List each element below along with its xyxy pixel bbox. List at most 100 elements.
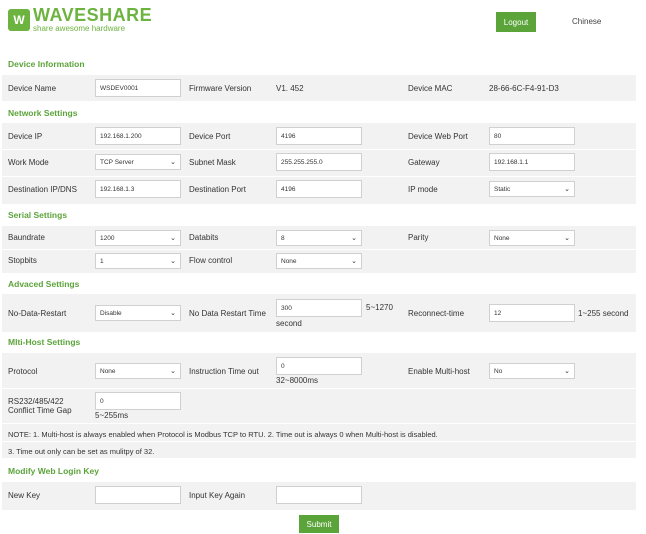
- enable-multihost-value: No: [494, 367, 503, 375]
- input-key-again-input[interactable]: [276, 486, 362, 504]
- dest-ip-input[interactable]: 192.168.1.3: [95, 180, 181, 198]
- web-port-input[interactable]: 80: [489, 127, 575, 145]
- device-port-label: Device Port: [189, 132, 231, 141]
- dest-port-label: Destination Port: [189, 185, 246, 194]
- device-name-label: Device Name: [8, 84, 57, 93]
- device-info-band: Device Name WSDEV0001 Firmware Version V…: [2, 75, 636, 101]
- baudrate-label: Baundrate: [8, 233, 45, 242]
- chevron-down-icon: ⌄: [564, 186, 570, 193]
- ip-mode-value: Static: [494, 185, 511, 193]
- ip-mode-label: IP mode: [408, 185, 438, 194]
- chevron-down-icon: ⌄: [170, 368, 176, 375]
- no-data-restart-value: Disable: [100, 309, 122, 317]
- work-mode-value: TCP Server: [100, 158, 134, 166]
- device-port-input[interactable]: 4196: [276, 127, 362, 145]
- work-mode-label: Work Mode: [8, 158, 49, 167]
- serial-band: Baundrate 1200 ⌄ Databits 8 ⌄ Parity Non…: [2, 226, 636, 273]
- reconnect-time-range: 1~255 second: [578, 309, 629, 318]
- no-data-restart-time-unit: second: [276, 319, 302, 328]
- chevron-down-icon: ⌄: [170, 258, 176, 265]
- conflict-gap-label: RS232/485/422 Conflict Time Gap: [8, 397, 72, 415]
- enable-multihost-select[interactable]: No ⌄: [489, 363, 575, 379]
- firmware-label: Firmware Version: [189, 84, 252, 93]
- conflict-gap-label-line1: RS232/485/422: [8, 397, 64, 406]
- row-separator: [2, 423, 636, 424]
- multihost-note-2: 3. Time out only can be set as mulitpy o…: [8, 447, 155, 456]
- stopbits-label: Stopbits: [8, 256, 37, 265]
- conflict-gap-input[interactable]: 0: [95, 392, 181, 410]
- device-ip-input[interactable]: 192.168.1.200: [95, 127, 181, 145]
- instruction-timeout-label: Instruction Time out: [189, 367, 259, 376]
- dest-port-input[interactable]: 4196: [276, 180, 362, 198]
- chevron-down-icon: ⌄: [351, 235, 357, 242]
- chevron-down-icon: ⌄: [564, 235, 570, 242]
- gateway-label: Gateway: [408, 158, 440, 167]
- chevron-down-icon: ⌄: [351, 258, 357, 265]
- input-key-again-label: Input Key Again: [189, 491, 246, 500]
- row-separator: [2, 388, 636, 389]
- new-key-input[interactable]: [95, 486, 181, 504]
- new-key-label: New Key: [8, 491, 41, 500]
- databits-value: 8: [281, 234, 285, 242]
- logo-icon: W: [8, 9, 30, 31]
- section-title-advanced: Advaced Settings: [8, 279, 80, 289]
- section-title-device-info: Device Information: [8, 59, 85, 69]
- advanced-band: No-Data-Restart Disable ⌄ No Data Restar…: [2, 294, 636, 332]
- flow-control-value: None: [281, 257, 297, 265]
- row-separator: [2, 249, 636, 250]
- reconnect-time-input[interactable]: 12: [489, 304, 575, 322]
- reconnect-time-label: Reconnect-time: [408, 309, 465, 318]
- stopbits-select[interactable]: 1 ⌄: [95, 253, 181, 269]
- subnet-input[interactable]: 255.255.255.0: [276, 153, 362, 171]
- network-band: Device IP 192.168.1.200 Device Port 4196…: [2, 123, 636, 204]
- row-separator: [2, 149, 636, 150]
- logo-title: WAVESHARE: [33, 5, 153, 25]
- section-title-network: Network Settings: [8, 108, 78, 118]
- no-data-restart-select[interactable]: Disable ⌄: [95, 305, 181, 321]
- settings-page: W WAVESHARE share awesome hardware Logou…: [0, 0, 646, 534]
- device-name-input[interactable]: WSDEV0001: [95, 79, 181, 97]
- chevron-down-icon: ⌄: [170, 159, 176, 166]
- parity-label: Parity: [408, 233, 429, 242]
- login-band: New Key Input Key Again: [2, 482, 636, 510]
- stopbits-value: 1: [100, 257, 104, 265]
- ip-mode-select[interactable]: Static ⌄: [489, 181, 575, 197]
- databits-label: Databits: [189, 233, 219, 242]
- baudrate-value: 1200: [100, 234, 115, 242]
- no-data-restart-label: No-Data-Restart: [8, 309, 67, 318]
- databits-select[interactable]: 8 ⌄: [276, 230, 362, 246]
- protocol-select[interactable]: None ⌄: [95, 363, 181, 379]
- chevron-down-icon: ⌄: [170, 235, 176, 242]
- multihost-note-1: NOTE: 1. Multi-host is always enabled wh…: [8, 430, 438, 439]
- device-ip-label: Device IP: [8, 132, 43, 141]
- language-link-chinese[interactable]: Chinese: [572, 17, 601, 26]
- protocol-value: None: [100, 367, 116, 375]
- flow-control-label: Flow control: [189, 256, 233, 265]
- no-data-restart-time-input[interactable]: 300: [276, 299, 362, 317]
- flow-control-select[interactable]: None ⌄: [276, 253, 362, 269]
- gateway-input[interactable]: 192.168.1.1: [489, 153, 575, 171]
- chevron-down-icon: ⌄: [170, 310, 176, 317]
- parity-value: None: [494, 234, 510, 242]
- enable-multihost-label: Enable Multi-host: [408, 367, 470, 376]
- logout-button[interactable]: Logout: [496, 12, 536, 32]
- submit-button[interactable]: Submit: [299, 515, 339, 533]
- baudrate-select[interactable]: 1200 ⌄: [95, 230, 181, 246]
- web-port-label: Device Web Port: [408, 132, 468, 141]
- dest-ip-label: Destination IP/DNS: [8, 185, 77, 194]
- section-title-login: Modify Web Login Key: [8, 466, 99, 476]
- logo-tagline: share awesome hardware: [33, 24, 126, 33]
- mac-label: Device MAC: [408, 84, 453, 93]
- no-data-restart-time-label: No Data Restart Time: [189, 309, 266, 318]
- protocol-label: Protocol: [8, 367, 38, 376]
- section-title-serial: Serial Settings: [8, 210, 68, 220]
- subnet-label: Subnet Mask: [189, 158, 236, 167]
- chevron-down-icon: ⌄: [564, 368, 570, 375]
- conflict-gap-label-line2: Conflict Time Gap: [8, 406, 72, 415]
- instruction-timeout-range: 32~8000ms: [276, 376, 319, 385]
- instruction-timeout-input[interactable]: 0: [276, 357, 362, 375]
- work-mode-select[interactable]: TCP Server ⌄: [95, 154, 181, 170]
- firmware-value: V1. 452: [276, 84, 304, 93]
- parity-select[interactable]: None ⌄: [489, 230, 575, 246]
- waveshare-logo: W WAVESHARE share awesome hardware: [8, 6, 152, 34]
